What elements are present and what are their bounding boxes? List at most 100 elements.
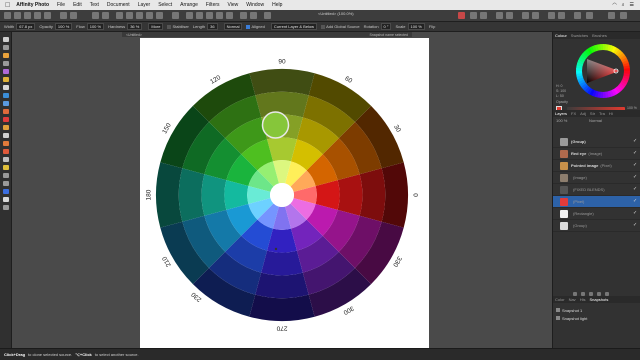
tab-histogram[interactable]: Hi: [609, 111, 613, 116]
liquify-persona-icon[interactable]: [14, 12, 21, 19]
menu-view[interactable]: View: [228, 2, 239, 8]
align-icon[interactable]: [172, 12, 179, 19]
layer-blend-select[interactable]: Normal: [589, 118, 602, 123]
hsl-wheel[interactable]: [553, 39, 640, 107]
layer-row[interactable]: (Rectangle) ✓: [553, 208, 640, 220]
width-control[interactable]: Width 67.8 px: [4, 23, 36, 30]
opacity-field[interactable]: 100 %: [54, 23, 73, 30]
flip-control[interactable]: Flip: [429, 24, 435, 29]
menu-list-icon[interactable]: ☰: [630, 2, 634, 8]
snapshot-item[interactable]: Snapshot 1: [553, 306, 640, 314]
tab-color[interactable]: Color: [555, 297, 565, 302]
colour-picker-tool-icon[interactable]: [3, 93, 9, 98]
visibility-check-icon[interactable]: ✓: [633, 199, 637, 204]
auto-levels-icon[interactable]: [146, 12, 153, 19]
photo-persona-icon[interactable]: [4, 12, 11, 19]
clone-brush-tool-icon[interactable]: [3, 133, 9, 138]
global-source-toggle[interactable]: Add Global Source: [321, 24, 360, 29]
length-control[interactable]: Length 36: [193, 23, 218, 30]
source-select[interactable]: Current Layer & Below: [270, 23, 318, 30]
selection-intersect-icon[interactable]: [240, 12, 247, 19]
snapping-icon[interactable]: [264, 12, 271, 19]
rotate-right-icon[interactable]: [558, 12, 565, 19]
macro-record-icon[interactable]: [458, 12, 465, 19]
zoom-tool-icon[interactable]: [3, 205, 9, 210]
aligned-checkbox[interactable]: [246, 24, 251, 29]
blend-mode-select[interactable]: Normal: [223, 23, 243, 30]
flow-field[interactable]: 100 %: [86, 23, 105, 30]
layer-row[interactable]: (Group) ✓: [553, 136, 640, 148]
tab-fx[interactable]: FX: [571, 111, 576, 116]
marquee-tool-icon[interactable]: [3, 85, 9, 90]
snapshot-item[interactable]: Snapshot light: [553, 314, 640, 322]
rotate-left-icon[interactable]: [548, 12, 555, 19]
colour-wheel-image[interactable]: 0 30 60 90 120 150 180 210 230 270 300 330: [140, 38, 429, 348]
pen-tool-icon[interactable]: [3, 173, 9, 178]
layer-opacity-field[interactable]: 100 %: [556, 118, 567, 123]
auto-contrast-icon[interactable]: [116, 12, 123, 19]
menu-filters[interactable]: Filters: [206, 2, 220, 8]
visibility-check-icon[interactable]: ✓: [633, 175, 637, 180]
history-icon[interactable]: [586, 12, 593, 19]
snap-grid-icon[interactable]: [480, 12, 487, 19]
selection-add-icon[interactable]: [216, 12, 223, 19]
tab-history[interactable]: His: [580, 297, 586, 302]
tab-adjustments[interactable]: Adj: [580, 111, 586, 116]
tab-swatches[interactable]: Swatches: [571, 33, 588, 38]
tab-transform[interactable]: Tra: [599, 111, 605, 116]
width-field[interactable]: 67.8 px: [16, 23, 36, 30]
visibility-check-icon[interactable]: ✓: [633, 187, 637, 192]
levels-icon[interactable]: [92, 12, 99, 19]
rotation-control[interactable]: Rotation 0 °: [364, 23, 392, 30]
tab-snapshots[interactable]: Snapshots: [589, 297, 608, 302]
selection-subtract-icon[interactable]: [226, 12, 233, 19]
document-canvas[interactable]: 0 30 60 90 120 150 180 210 230 270 300 330: [140, 38, 429, 348]
length-field[interactable]: 36: [207, 23, 218, 30]
colour-picker[interactable]: H: 0 S: 100 L: 50 Opacity 100 %: [553, 39, 640, 111]
flow-control[interactable]: Flow 100 %: [76, 23, 105, 30]
scale-field[interactable]: 100 %: [407, 23, 425, 30]
aligned-toggle[interactable]: Aligned: [246, 24, 265, 29]
view-tool-icon[interactable]: [3, 45, 9, 50]
layer-row[interactable]: Pointed image (Pixel) ✓: [553, 160, 640, 172]
visibility-check-icon[interactable]: ✓: [633, 211, 637, 216]
visibility-check-icon[interactable]: ✓: [633, 163, 637, 168]
search-icon[interactable]: ⌕: [622, 2, 625, 8]
layer-row[interactable]: Red eye (Image) ✓: [553, 148, 640, 160]
fill-tool-icon[interactable]: [3, 101, 9, 106]
zoom-icon[interactable]: [70, 12, 77, 19]
auto-colour-icon[interactable]: [126, 12, 133, 19]
red-eye-tool-icon[interactable]: [3, 149, 9, 154]
tab-navigator[interactable]: Nav: [569, 297, 576, 302]
menu-document[interactable]: Document: [107, 2, 130, 8]
export-persona-icon[interactable]: [44, 12, 51, 19]
scale-control[interactable]: Scale 100 %: [395, 23, 425, 30]
selection-icon[interactable]: [206, 12, 213, 19]
tab-brushes[interactable]: Brushes: [592, 33, 607, 38]
more-button[interactable]: More: [148, 23, 164, 30]
apple-icon[interactable]: : [5, 2, 10, 9]
hardness-control[interactable]: Hardness 36 %: [108, 23, 143, 30]
tab-layers[interactable]: Layers: [555, 111, 567, 116]
erase-brush-tool-icon[interactable]: [3, 109, 9, 114]
quick-mask-icon[interactable]: [196, 12, 203, 19]
paint-brush-tool-icon[interactable]: [3, 53, 9, 58]
flip-vertical-icon[interactable]: [532, 12, 539, 19]
menu-window[interactable]: Window: [246, 2, 264, 8]
wifi-icon[interactable]: ◠: [612, 2, 616, 8]
hardness-field[interactable]: 36 %: [127, 23, 143, 30]
pixel-tool-icon[interactable]: [3, 117, 9, 122]
auto-white-balance-icon[interactable]: [136, 12, 143, 19]
menu-app[interactable]: Affinity Photo: [16, 2, 49, 8]
publish-icon[interactable]: [574, 12, 581, 19]
arrange-back-icon[interactable]: [496, 12, 503, 19]
develop-persona-icon[interactable]: [24, 12, 31, 19]
canvas-tab[interactable]: <Untitled> Snapshot name selected: [122, 32, 412, 37]
visibility-check-icon[interactable]: ✓: [633, 151, 637, 156]
text-tool-icon[interactable]: [3, 197, 9, 202]
selection-xor-icon[interactable]: [250, 12, 257, 19]
global-source-checkbox[interactable]: [321, 24, 326, 29]
visibility-check-icon[interactable]: ✓: [633, 223, 637, 228]
mask-icon[interactable]: [186, 12, 193, 19]
curves-icon[interactable]: [102, 12, 109, 19]
